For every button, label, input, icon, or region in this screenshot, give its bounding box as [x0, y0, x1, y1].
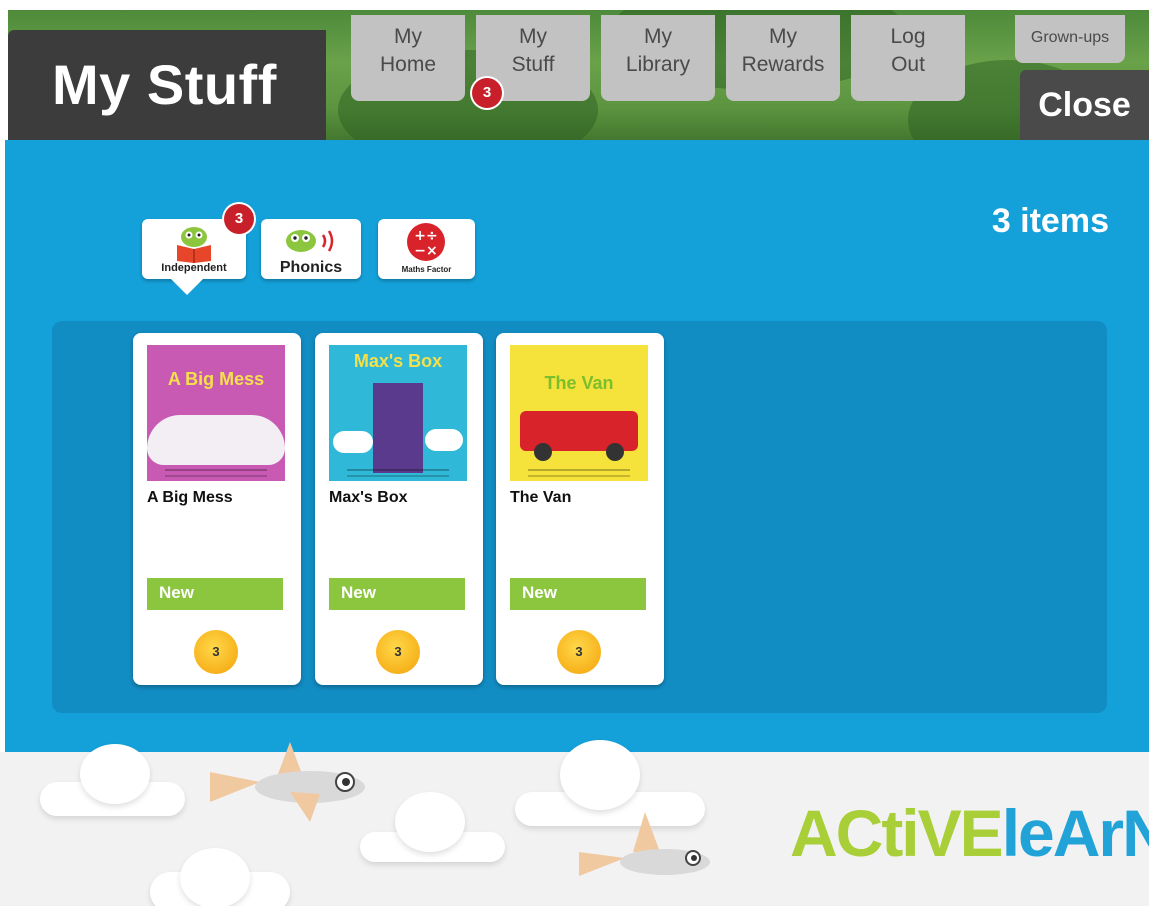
- page-title: My Stuff: [52, 53, 277, 116]
- cover-credit: [347, 469, 449, 477]
- cloud-decoration: [180, 848, 250, 906]
- new-status-badge: New: [147, 578, 283, 610]
- independent-count-badge: 3: [224, 204, 254, 234]
- tab-maths-factor[interactable]: +÷ −× Maths Factor: [378, 219, 475, 279]
- tab-independent-label: Independent: [161, 262, 227, 274]
- cover-credit: [528, 469, 630, 477]
- book-cover-title: A Big Mess: [167, 369, 265, 389]
- nav-log-out-button[interactable]: Log Out: [851, 15, 965, 101]
- book-title: The Van: [510, 489, 572, 506]
- flying-fish-icon: [210, 742, 365, 822]
- logo-part-learn: leArN: [1001, 796, 1149, 870]
- book-cover: Max's Box: [329, 345, 467, 481]
- nav-my-rewards-button[interactable]: My Rewards: [726, 15, 840, 101]
- bug-reading-book-icon: [177, 227, 211, 263]
- active-learn-logo: ACtiVEleArN: [790, 795, 1149, 871]
- cloud-decoration: [395, 792, 465, 852]
- nav-my-home-button[interactable]: My Home: [351, 15, 465, 101]
- book-cover-title: The Van: [544, 373, 614, 393]
- coin-icon: 3: [557, 630, 601, 674]
- book-title: A Big Mess: [147, 489, 233, 506]
- cover-cloud: [425, 429, 463, 451]
- book-card-maxs-box[interactable]: Max's Box Max's Box New 3: [315, 333, 483, 685]
- cover-illustration: [373, 383, 423, 473]
- selected-tab-pointer: [171, 279, 203, 295]
- cover-wheel: [606, 443, 624, 461]
- cover-cloud: [333, 431, 373, 453]
- new-status-badge: New: [329, 578, 465, 610]
- my-stuff-count-badge: 3: [472, 78, 502, 108]
- book-card-the-van[interactable]: The Van The Van New 3: [496, 333, 664, 685]
- page-title-block: My Stuff: [8, 30, 326, 140]
- tab-phonics[interactable]: Phonics: [261, 219, 361, 279]
- bug-speaking-icon: [286, 230, 334, 252]
- cover-illustration: [147, 415, 285, 465]
- book-cover: The Van: [510, 345, 648, 481]
- book-cover: A Big Mess: [147, 345, 285, 481]
- grown-ups-button[interactable]: Grown-ups: [1015, 15, 1125, 63]
- items-count: 3 items: [991, 202, 1109, 240]
- cloud-decoration: [80, 744, 150, 804]
- flying-fish-icon: [579, 812, 710, 876]
- coin-icon: 3: [194, 630, 238, 674]
- book-cover-title: Max's Box: [353, 351, 443, 371]
- my-stuff-main: Independent 3 Phonics +÷ −× Maths Factor…: [5, 140, 1149, 752]
- tab-maths-factor-label: Maths Factor: [401, 265, 452, 274]
- cover-wheel: [534, 443, 552, 461]
- close-button[interactable]: Close: [1020, 70, 1149, 140]
- maths-symbols-icon: +÷ −×: [407, 223, 445, 261]
- cover-credit: [165, 469, 267, 477]
- logo-part-active: ACtiVE: [790, 796, 1004, 870]
- cloud-decoration: [560, 740, 640, 810]
- tab-phonics-label: Phonics: [279, 259, 343, 276]
- nav-my-library-button[interactable]: My Library: [601, 15, 715, 101]
- book-card-a-big-mess[interactable]: A Big Mess A Big Mess New 3: [133, 333, 301, 685]
- svg-text:−×: −×: [414, 243, 437, 259]
- svg-text:+÷: +÷: [414, 228, 437, 244]
- book-title: Max's Box: [329, 489, 408, 506]
- coin-icon: 3: [376, 630, 420, 674]
- new-status-badge: New: [510, 578, 646, 610]
